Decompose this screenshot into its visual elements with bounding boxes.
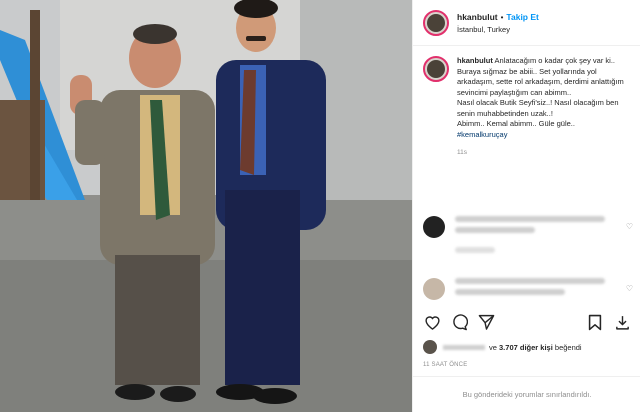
heart-icon[interactable] [423, 313, 441, 331]
action-bar [413, 311, 640, 333]
download-icon[interactable] [613, 313, 631, 331]
share-icon[interactable] [477, 313, 495, 331]
post-header: hkanbulut • Takip Et İstanbul, Turkey [413, 0, 640, 46]
caption-line-2: Nasıl olacak Butik Seyfi'siz..! Nasıl ol… [457, 98, 619, 118]
instagram-post: hkanbulut • Takip Et İstanbul, Turkey hkan… [0, 0, 640, 412]
caption-hashtag[interactable]: #kemalkuruçay [457, 130, 507, 139]
photo-illustration [0, 0, 412, 412]
comment-icon[interactable] [450, 313, 468, 331]
likes-summary: ve 3.707 diğer kişi beğendi [423, 340, 582, 354]
comment-blurred [445, 278, 605, 295]
caption-text: hkanbulut Anlatacağım o kadar çok şey va… [457, 56, 627, 140]
bookmark-icon[interactable] [586, 313, 604, 331]
caption-line-3: Abimm.. Kemal abimm.. Güle güle.. [457, 119, 575, 128]
post-location[interactable]: İstanbul, Turkey [457, 24, 539, 36]
comment-item: ♡ [413, 216, 640, 253]
comment-blurred [445, 216, 605, 253]
likes-count[interactable]: 3.707 diğer kişi [499, 343, 553, 352]
comments-restricted-notice: Bu gönderideki yorumlar sınırlandırıldı. [413, 376, 640, 412]
comment-avatar[interactable] [423, 216, 445, 238]
caption-username[interactable]: hkanbulut [457, 56, 493, 65]
liker-avatar[interactable] [423, 340, 437, 354]
post-side-panel: hkanbulut • Takip Et İstanbul, Turkey hkan… [412, 0, 640, 412]
post-photo[interactable] [0, 0, 412, 412]
liker-name-blurred [443, 344, 485, 350]
caption-time: 11s [457, 149, 467, 156]
author-username[interactable]: hkanbulut [457, 12, 498, 22]
author-info: hkanbulut • Takip Et İstanbul, Turkey [457, 10, 539, 36]
follow-button[interactable]: Takip Et [506, 12, 538, 22]
comment-like-icon[interactable]: ♡ [626, 222, 633, 231]
caption-block: hkanbulut Anlatacağım o kadar çok şey va… [413, 46, 640, 140]
comment-avatar[interactable] [423, 278, 445, 300]
likes-prefix: ve [489, 342, 497, 352]
caption-avatar[interactable] [423, 56, 449, 82]
author-avatar[interactable] [423, 9, 449, 36]
separator-dot: • [500, 12, 504, 22]
comment-item: ♡ [413, 278, 640, 300]
post-timestamp[interactable]: 11 SAAT ÖNCE [423, 362, 467, 368]
comment-like-icon[interactable]: ♡ [626, 284, 633, 293]
likes-suffix: beğendi [554, 342, 582, 352]
